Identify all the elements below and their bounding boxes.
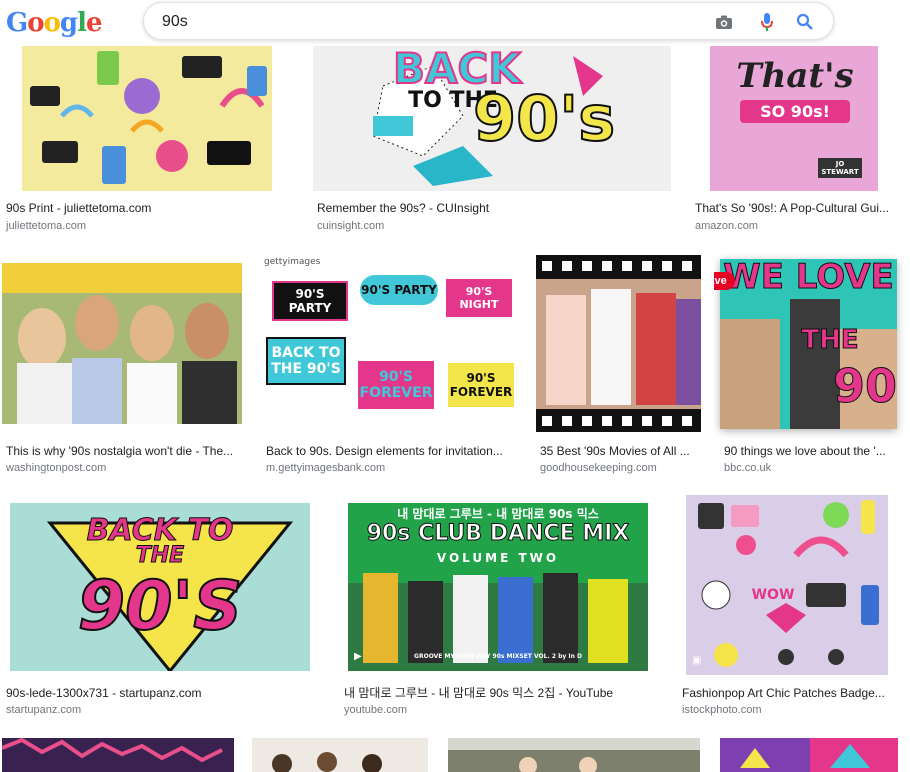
result-title[interactable]: Fashionpop Art Chic Patches Badge... (682, 685, 892, 701)
search-icon[interactable] (794, 11, 816, 33)
result-thumbnail[interactable] (22, 46, 272, 191)
image-result-8[interactable]: BACK TO THE 90'S 90s-lede-1300x731 - sta… (0, 495, 325, 723)
result-domain[interactable]: m.gettyimagesbank.com (266, 461, 385, 475)
result-thumbnail[interactable]: BACK TO THE 90'S (10, 503, 310, 671)
result-thumbnail[interactable]: BACK TO THE 90's (313, 46, 671, 191)
result-domain[interactable]: cuinsight.com (317, 219, 384, 233)
image-result-2[interactable]: BACK TO THE 90's Remember the 90s? - CUI… (312, 46, 677, 241)
camera-icon[interactable] (713, 11, 735, 33)
image-result-11[interactable] (2, 738, 234, 772)
result-thumbnail[interactable]: 내 맘대로 그루브 - 내 맘대로 90s 믹스 90s CLUB DANCE … (348, 503, 648, 671)
result-title[interactable]: This is why '90s nostalgia won't die - T… (6, 443, 242, 459)
image-result-9[interactable]: 내 맘대로 그루브 - 내 맘대로 90s 믹스 90s CLUB DANCE … (338, 495, 663, 723)
result-title[interactable]: Remember the 90s? - CUInsight (317, 200, 672, 216)
result-title[interactable]: 35 Best '90s Movies of All ... (540, 443, 705, 459)
image-result-1[interactable]: 90s Print - juliettetoma.com juliettetom… (0, 46, 300, 241)
film-strip-photo (536, 255, 701, 432)
result-thumbnail[interactable] (536, 255, 701, 432)
result-title[interactable]: 90 things we love about the '... (724, 443, 900, 459)
image-result-13[interactable] (448, 738, 700, 772)
result-thumbnail[interactable]: WE LOVE THE 90 (720, 259, 897, 429)
result-thumbnail[interactable]: gettyimages 90'S PARTY 90'S PARTY 90'S N… (262, 255, 517, 432)
result-domain[interactable]: istockphoto.com (682, 703, 761, 717)
pattern-image (22, 46, 272, 191)
result-title[interactable]: 90s Print - juliettetoma.com (6, 200, 290, 216)
google-logo[interactable]: Google (6, 8, 103, 38)
image-result-6[interactable]: 35 Best '90s Movies of All ... goodhouse… (533, 253, 713, 478)
result-domain[interactable]: washingtonpost.com (6, 461, 106, 475)
result-domain[interactable]: startupanz.com (6, 703, 81, 717)
partial-thumbnail (252, 738, 428, 772)
result-domain[interactable]: bbc.co.uk (724, 461, 771, 475)
result-title[interactable]: 90s-lede-1300x731 - startupanz.com (6, 685, 311, 701)
microphone-icon[interactable] (756, 11, 778, 33)
partial-thumbnail (448, 738, 700, 772)
image-result-7[interactable]: WE LOVE THE 90 PSave 90 things we love a… (714, 253, 910, 478)
top-bar: Google (0, 0, 910, 46)
book-cover: That's SO 90s! JO STEWART (710, 46, 878, 191)
patches-image (686, 495, 888, 675)
result-thumbnail[interactable]: WOW ▣ (686, 495, 888, 675)
result-title[interactable]: 내 맘대로 그루브 - 내 맘대로 90s 믹스 2집 - YouTube (344, 685, 654, 701)
result-domain[interactable]: goodhousekeeping.com (540, 461, 657, 475)
result-domain[interactable]: amazon.com (695, 219, 758, 233)
pinterest-save-button[interactable]: PSave (714, 272, 735, 290)
image-result-12[interactable] (252, 738, 428, 772)
search-box (143, 2, 834, 40)
image-result-3[interactable]: That's SO 90s! JO STEWART That's So '90s… (690, 46, 910, 241)
result-title[interactable]: Back to 90s. Design elements for invitat… (266, 443, 514, 459)
result-title[interactable]: That's So '90s!: A Pop-Cultural Gui... (695, 200, 895, 216)
result-domain[interactable]: youtube.com (344, 703, 407, 717)
search-input[interactable] (162, 11, 702, 33)
image-result-14[interactable] (720, 738, 898, 772)
crowd-photo (2, 263, 242, 424)
result-domain[interactable]: juliettetoma.com (6, 219, 86, 233)
image-icon: ▣ (692, 655, 702, 666)
partial-thumbnail (2, 738, 234, 772)
partial-thumbnail (720, 738, 898, 772)
result-thumbnail[interactable] (2, 263, 242, 424)
image-result-10[interactable]: WOW ▣ Fashionpop Art Chic Patches Badge.… (676, 495, 910, 723)
result-thumbnail[interactable]: That's SO 90s! JO STEWART (692, 46, 895, 191)
image-result-4[interactable]: This is why '90s nostalgia won't die - T… (0, 253, 250, 478)
image-result-5[interactable]: gettyimages 90'S PARTY 90'S PARTY 90'S N… (260, 253, 522, 478)
play-icon: ▶ (354, 651, 362, 662)
